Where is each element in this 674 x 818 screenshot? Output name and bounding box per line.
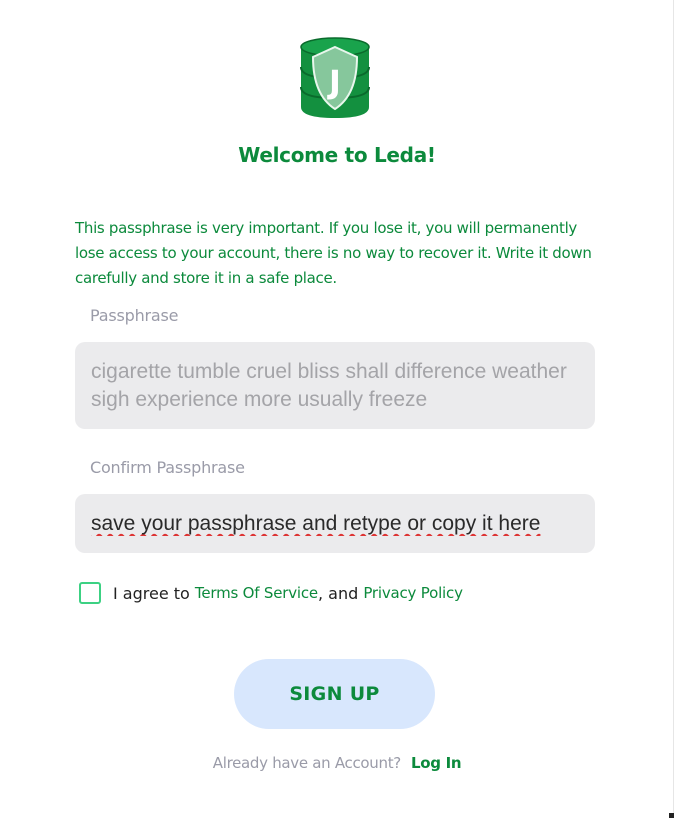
passphrase-field[interactable]: cigarette tumble cruel bliss shall diffe…	[75, 342, 595, 429]
log-in-link[interactable]: Log In	[411, 754, 462, 772]
resize-corner	[669, 813, 674, 818]
agree-prefix: I agree to	[113, 583, 195, 603]
shield-database-j-icon: J	[300, 37, 370, 119]
confirm-passphrase-label: Confirm Passphrase	[90, 458, 245, 477]
passphrase-warning: This passphrase is very important. If yo…	[75, 219, 592, 287]
sign-up-button[interactable]: SIGN UP	[234, 659, 435, 729]
logo-letter: J	[327, 63, 341, 101]
agree-separator: , and	[317, 583, 364, 603]
login-prompt: Already have an Account? Log In	[0, 754, 674, 772]
passphrase-label: Passphrase	[90, 306, 179, 325]
terms-of-service-link[interactable]: Terms Of Service	[195, 584, 318, 602]
page-title: Welcome to Leda!	[238, 143, 436, 167]
confirm-passphrase-input[interactable]	[91, 511, 579, 536]
privacy-policy-link[interactable]: Privacy Policy	[363, 584, 463, 602]
agreement-row: I agree to Terms Of Service , and Privac…	[79, 582, 463, 604]
login-question: Already have an Account?	[212, 754, 402, 772]
passphrase-value: cigarette tumble cruel bliss shall diffe…	[91, 360, 567, 411]
agree-checkbox[interactable]	[79, 582, 101, 604]
confirm-passphrase-field[interactable]	[75, 494, 595, 553]
